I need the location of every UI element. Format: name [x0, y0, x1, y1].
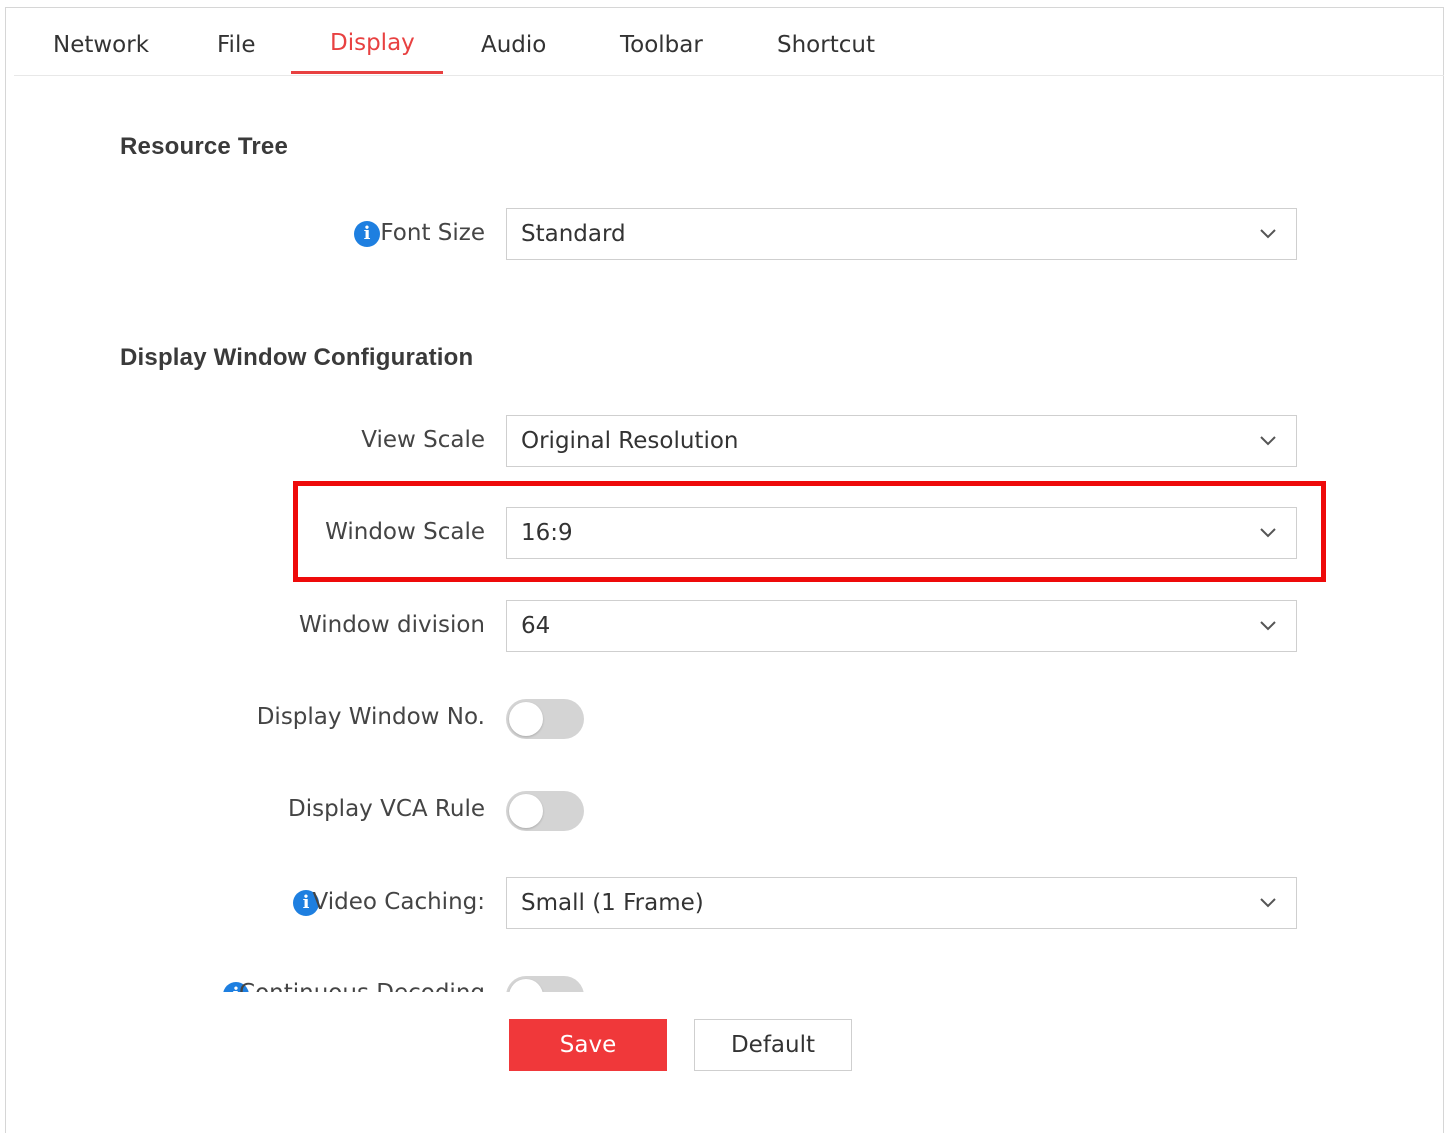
window-division-label: Window division [298, 612, 485, 638]
window-division-select[interactable]: 64 [506, 600, 1297, 652]
view-scale-label: View Scale [361, 427, 485, 453]
section-title-resource-tree: Resource Tree [120, 133, 289, 160]
window-scale-select[interactable]: 16:9 [506, 507, 1297, 559]
chevron-down-icon [1260, 229, 1276, 239]
chevron-down-icon [1260, 528, 1276, 538]
chevron-down-icon [1260, 436, 1276, 446]
video-caching-value: Small (1 Frame) [521, 890, 704, 916]
save-button[interactable]: Save [509, 1019, 667, 1071]
display-vca-rule-label: Display VCA Rule [288, 796, 485, 822]
default-button[interactable]: Default [694, 1019, 852, 1071]
tab-network[interactable]: Network [53, 20, 149, 74]
chevron-down-icon [1260, 621, 1276, 631]
window-division-value: 64 [521, 613, 551, 639]
active-tab-indicator [291, 71, 443, 74]
display-window-no-label: Display Window No. [256, 704, 485, 730]
continuous-decoding-label: Continuous Decoding [239, 980, 485, 992]
font-size-label: Font Size [380, 220, 485, 246]
section-title-display-window-configuration: Display Window Configuration [120, 344, 474, 371]
window-scale-value: 16:9 [521, 520, 573, 546]
display-vca-rule-toggle[interactable] [506, 791, 584, 831]
tab-toolbar[interactable]: Toolbar [620, 20, 703, 74]
video-caching-label: Video Caching: [312, 889, 485, 915]
font-size-value: Standard [521, 221, 626, 247]
video-caching-select[interactable]: Small (1 Frame) [506, 877, 1297, 929]
display-window-no-toggle[interactable] [506, 699, 584, 739]
view-scale-select[interactable]: Original Resolution [506, 415, 1297, 467]
chevron-down-icon [1260, 898, 1276, 908]
tab-shortcut[interactable]: Shortcut [777, 20, 875, 74]
tab-file[interactable]: File [217, 20, 256, 74]
view-scale-value: Original Resolution [521, 428, 739, 454]
font-size-select[interactable]: Standard [506, 208, 1297, 260]
scroll-clip-area: i Continuous Decoding [0, 970, 1451, 992]
toggle-knob [509, 979, 543, 992]
tab-audio[interactable]: Audio [481, 20, 546, 74]
window-scale-label: Window Scale [325, 519, 485, 545]
info-icon[interactable]: i [354, 221, 380, 247]
toggle-knob [509, 794, 543, 828]
toggle-knob [509, 702, 543, 736]
continuous-decoding-toggle[interactable] [506, 976, 584, 992]
tab-display[interactable]: Display [330, 18, 415, 72]
